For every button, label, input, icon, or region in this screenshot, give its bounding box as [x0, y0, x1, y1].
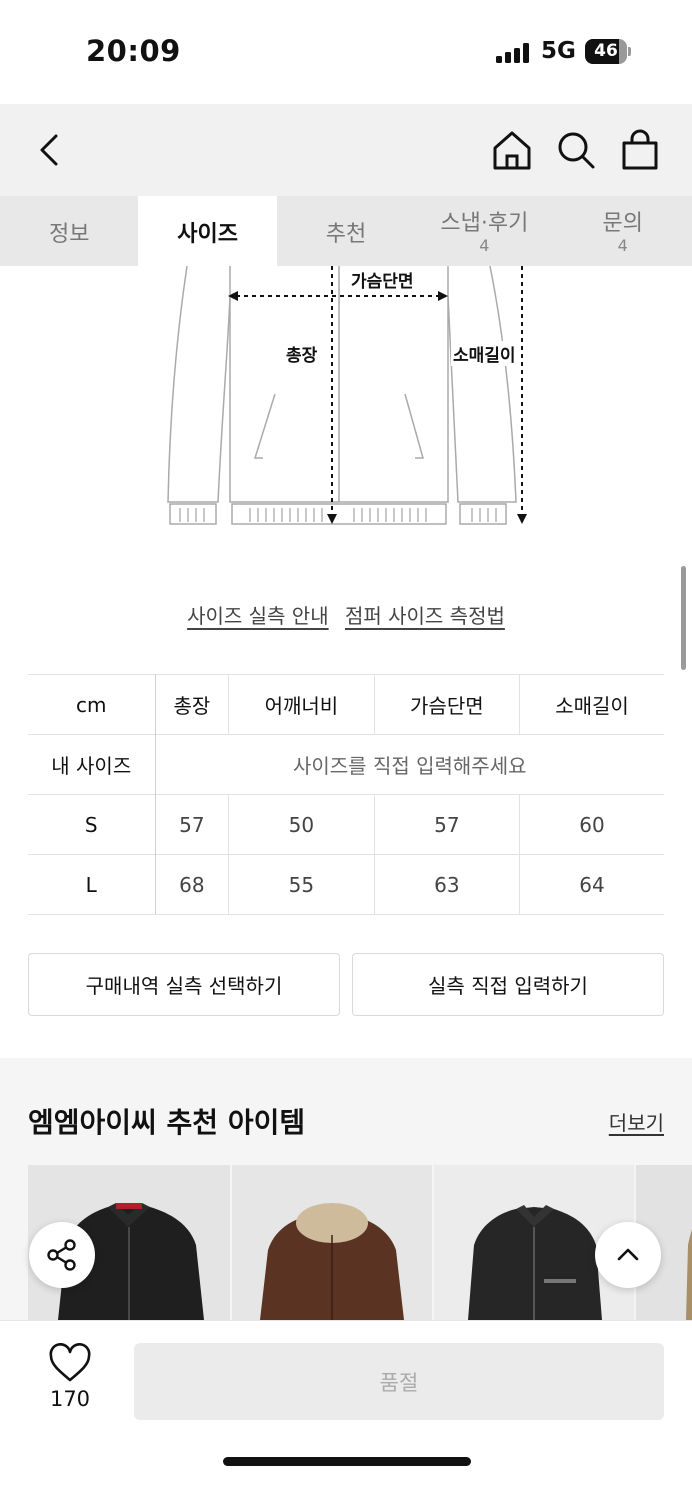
recommendations-title: 엠엠아이씨 추천 아이템	[28, 1106, 306, 1139]
shopping-bag-icon	[622, 129, 658, 170]
product-tabs: 정보 사이즈 추천 스냅·후기 4 문의 4	[0, 196, 692, 266]
search-button[interactable]	[554, 128, 598, 172]
column-header: 총장	[154, 674, 229, 735]
like-count: 170	[49, 1387, 91, 1411]
size-table: cm 총장 어깨너비 가슴단면 소매길이 내 사이즈 사이즈를 직접 입력해주세…	[28, 674, 664, 915]
purchase-history-measure-button[interactable]: 구매내역 실측 선택하기	[28, 953, 340, 1016]
back-button[interactable]	[28, 128, 72, 172]
heart-icon[interactable]	[48, 1343, 92, 1383]
status-bar: 20:09 5G 46	[0, 0, 692, 104]
jacket-outline-diagram	[167, 265, 527, 525]
tab-count: 4	[479, 236, 490, 255]
table-row: L 68 55 63 64	[28, 854, 664, 915]
size-guide-link[interactable]: 사이즈 실측 안내	[187, 604, 329, 628]
app-header	[0, 104, 692, 196]
battery-icon: 46	[585, 39, 631, 64]
share-icon	[47, 1239, 76, 1271]
tab-inquiry[interactable]: 문의 4	[554, 196, 692, 266]
column-header: 가슴단면	[373, 674, 520, 735]
chevron-left-icon	[40, 134, 58, 166]
table-cell: 60	[519, 794, 664, 855]
tab-size[interactable]: 사이즈	[138, 196, 277, 266]
size-guide-links: 사이즈 실측 안내 점퍼 사이즈 측정법	[0, 600, 692, 629]
size-diagram: 가슴단면 총장 소매길이	[160, 265, 540, 536]
tab-label: 추천	[325, 222, 367, 247]
table-row: S 57 50 57 60	[28, 794, 664, 855]
product-image	[260, 1203, 404, 1320]
product-card[interactable]	[232, 1165, 432, 1320]
tab-label: 정보	[48, 222, 90, 247]
table-cell: 64	[519, 854, 664, 915]
size-label: L	[28, 854, 156, 915]
table-cell: 57	[154, 794, 229, 855]
signal-icon	[496, 43, 532, 63]
status-time: 20:09	[86, 34, 181, 68]
table-cell: 68	[154, 854, 229, 915]
tab-label: 스냅·후기	[440, 211, 529, 236]
home-icon	[493, 131, 531, 170]
table-cell: 63	[373, 854, 520, 915]
my-size-input[interactable]: 사이즈를 직접 입력해주세요	[154, 734, 664, 795]
scroll-to-top-button[interactable]	[595, 1222, 661, 1288]
chevron-up-icon	[617, 1248, 639, 1261]
sleeve-label: 소매길이	[451, 341, 518, 366]
column-header: 소매길이	[519, 674, 664, 735]
see-more-link[interactable]: 더보기	[609, 1107, 664, 1136]
table-cell: 57	[373, 794, 520, 855]
size-label: S	[28, 794, 156, 855]
home-button[interactable]	[490, 128, 534, 172]
cart-button[interactable]	[618, 128, 662, 172]
table-header-row: cm 총장 어깨너비 가슴단면 소매길이	[28, 674, 664, 735]
unit-cell: cm	[28, 674, 156, 735]
share-button[interactable]	[29, 1222, 95, 1288]
table-cell: 50	[228, 794, 375, 855]
chest-label: 가슴단면	[349, 267, 416, 292]
recommendations-section: 엠엠아이씨 추천 아이템 더보기	[0, 1058, 692, 1320]
length-label: 총장	[284, 341, 320, 366]
battery-level: 46	[594, 41, 618, 61]
tab-label: 문의	[602, 211, 643, 236]
my-size-row: 내 사이즈 사이즈를 직접 입력해주세요	[28, 734, 664, 795]
tab-snap-review[interactable]: 스냅·후기 4	[415, 196, 553, 266]
tab-recommend[interactable]: 추천	[277, 196, 415, 266]
search-icon	[558, 132, 595, 169]
tab-label: 사이즈	[177, 222, 238, 247]
tab-info[interactable]: 정보	[0, 196, 138, 266]
network-type: 5G	[541, 38, 576, 64]
manual-measure-input-button[interactable]: 실측 직접 입력하기	[352, 953, 664, 1016]
tab-count: 4	[617, 236, 628, 255]
my-size-label: 내 사이즈	[28, 734, 156, 795]
purchase-bar: 170 품절	[0, 1320, 692, 1500]
sold-out-button: 품절	[134, 1343, 664, 1420]
measurement-actions: 구매내역 실측 선택하기 실측 직접 입력하기	[28, 953, 664, 1016]
table-cell: 55	[228, 854, 375, 915]
home-indicator	[223, 1457, 471, 1466]
measure-method-link[interactable]: 점퍼 사이즈 측정법	[345, 604, 505, 628]
column-header: 어깨너비	[228, 674, 375, 735]
